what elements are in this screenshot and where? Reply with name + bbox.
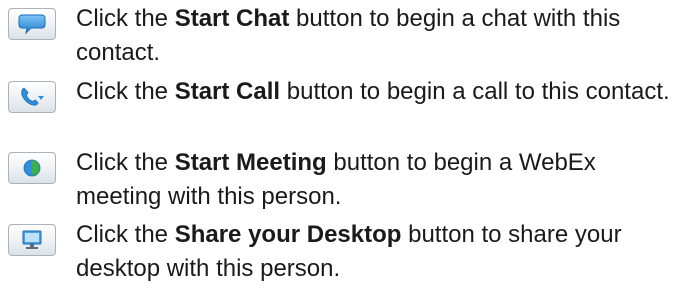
button-name: Share your Desktop bbox=[174, 221, 402, 248]
description-prefix: Click the bbox=[76, 5, 175, 32]
webex-meeting-icon bbox=[23, 159, 41, 177]
start-call-button[interactable] bbox=[8, 81, 56, 113]
start-call-description: Click the Start Call button to begin a c… bbox=[76, 75, 684, 109]
share-desktop-button[interactable] bbox=[8, 224, 56, 256]
start-chat-description: Click the Start Chat button to begin a c… bbox=[76, 2, 684, 70]
phone-handset-icon bbox=[21, 87, 44, 106]
description-suffix: button to begin a call to this contact. bbox=[280, 78, 670, 105]
description-prefix: Click the bbox=[76, 149, 175, 176]
share-desktop-description: Click the Share your Desktop button to s… bbox=[76, 218, 684, 286]
description-prefix: Click the bbox=[76, 78, 175, 105]
start-meeting-description: Click the Start Meeting button to begin … bbox=[76, 146, 684, 214]
button-name: Start Call bbox=[174, 78, 281, 105]
button-name: Start Meeting bbox=[174, 149, 327, 176]
description-prefix: Click the bbox=[76, 221, 175, 248]
instruction-row-share-desktop: Click the Share your Desktop button to s… bbox=[0, 218, 686, 290]
chat-bubble-icon bbox=[18, 14, 46, 35]
instruction-row-start-chat: Click the Start Chat button to begin a c… bbox=[0, 2, 686, 74]
start-meeting-button[interactable] bbox=[8, 152, 56, 184]
start-chat-button[interactable] bbox=[8, 8, 56, 40]
desktop-monitor-icon bbox=[22, 230, 42, 249]
instruction-row-start-meeting: Click the Start Meeting button to begin … bbox=[0, 146, 686, 218]
button-name: Start Chat bbox=[174, 5, 290, 32]
instruction-row-start-call: Click the Start Call button to begin a c… bbox=[0, 75, 686, 147]
